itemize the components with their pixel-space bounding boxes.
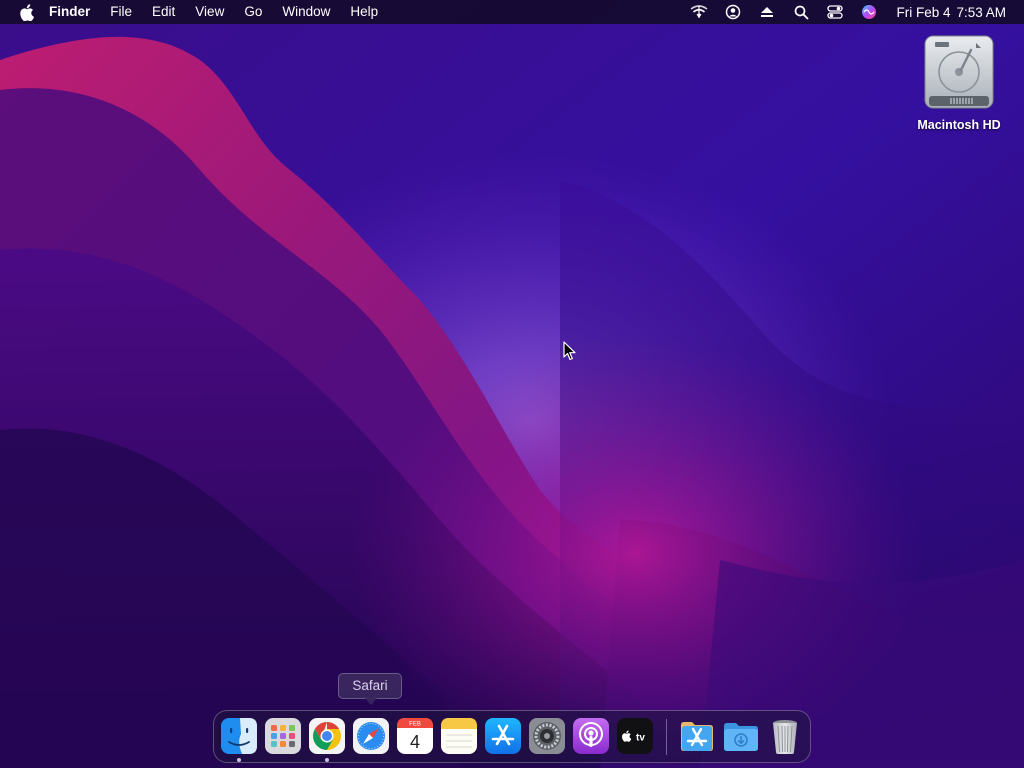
- desktop-icon-label: Macintosh HD: [917, 118, 1001, 132]
- menu-help[interactable]: Help: [340, 0, 388, 24]
- menu-bar: Finder File Edit View Go Window Help Fri…: [0, 0, 1024, 24]
- dock-item-applications[interactable]: [678, 717, 716, 755]
- dock-item-chrome[interactable]: [308, 717, 346, 755]
- system-preferences-icon: [529, 718, 565, 754]
- tooltip-arrow: [365, 698, 377, 705]
- svg-text:tv: tv: [636, 733, 645, 744]
- menu-app-finder[interactable]: Finder: [49, 0, 100, 24]
- safari-icon: [353, 718, 389, 754]
- dock-item-trash[interactable]: [766, 717, 804, 755]
- dock-item-finder[interactable]: [220, 717, 258, 755]
- dock: FEB 4 tv: [213, 710, 811, 763]
- dock-item-safari[interactable]: [352, 717, 390, 755]
- menu-go[interactable]: Go: [234, 0, 272, 24]
- user-account-icon[interactable]: [720, 0, 746, 24]
- menu-window[interactable]: Window: [272, 0, 340, 24]
- clock-date: Fri Feb 4: [896, 4, 951, 20]
- calendar-day: 4: [410, 732, 420, 752]
- podcasts-icon: [573, 718, 609, 754]
- spotlight-search-icon[interactable]: [788, 0, 814, 24]
- dock-tooltip: Safari: [338, 673, 402, 705]
- running-indicator-finder: [237, 758, 241, 762]
- desktop-icon-macintosh-hd[interactable]: Macintosh HD: [904, 34, 1014, 132]
- hard-drive-icon: [924, 35, 994, 109]
- apple-tv-icon: tv: [617, 718, 653, 754]
- eject-icon[interactable]: [754, 0, 780, 24]
- calendar-icon: FEB 4: [397, 718, 433, 754]
- app-store-icon: [485, 718, 521, 754]
- dock-item-apple-tv[interactable]: tv: [616, 717, 654, 755]
- dock-item-system-preferences[interactable]: [528, 717, 566, 755]
- calendar-month: FEB: [409, 722, 421, 728]
- siri-icon[interactable]: [856, 0, 882, 24]
- desktop-wallpaper: [0, 0, 1024, 768]
- dock-tooltip-text: Safari: [352, 678, 388, 693]
- finder-icon: [221, 718, 257, 754]
- dock-item-calendar[interactable]: FEB 4: [396, 717, 434, 755]
- chrome-icon: [309, 718, 345, 754]
- menu-edit[interactable]: Edit: [142, 0, 185, 24]
- control-center-icon[interactable]: [822, 0, 848, 24]
- dock-separator: [666, 719, 667, 755]
- dock-item-downloads[interactable]: [722, 717, 760, 755]
- running-indicator-chrome: [325, 758, 329, 762]
- apple-menu-icon[interactable]: [19, 3, 35, 21]
- menu-view[interactable]: View: [185, 0, 234, 24]
- mouse-cursor-icon: [563, 341, 576, 361]
- dock-item-podcasts[interactable]: [572, 717, 610, 755]
- menu-clock[interactable]: Fri Feb 4 7:53 AM: [896, 5, 1006, 20]
- wifi-icon[interactable]: [686, 0, 712, 24]
- downloads-folder-icon: [724, 723, 758, 751]
- dock-item-launchpad[interactable]: [264, 717, 302, 755]
- menu-file[interactable]: File: [100, 0, 142, 24]
- trash-icon: [773, 720, 797, 754]
- dock-item-notes[interactable]: [440, 717, 478, 755]
- notes-icon: [441, 718, 477, 754]
- clock-time: 7:53 AM: [956, 4, 1006, 20]
- dock-item-app-store[interactable]: [484, 717, 522, 755]
- launchpad-icon: [265, 718, 301, 754]
- applications-folder-icon: [681, 722, 713, 751]
